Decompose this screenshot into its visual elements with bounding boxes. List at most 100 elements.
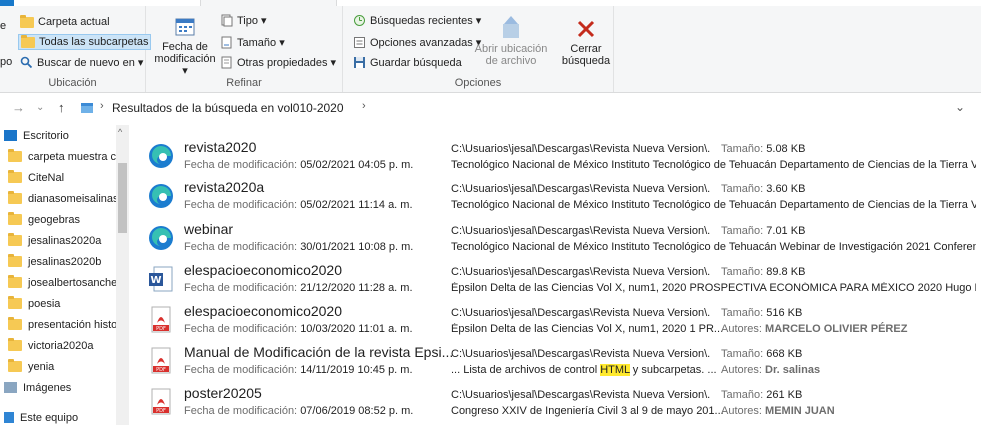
nav-item[interactable]: josealbertosanche bbox=[0, 272, 116, 293]
result-snippet: Tecnológico Nacional de México Instituto… bbox=[451, 199, 976, 211]
folder-icon bbox=[20, 14, 34, 28]
authors-value: MARCELO OLIVIER PÉREZ bbox=[765, 323, 908, 335]
nav-item[interactable]: Escritorio bbox=[0, 125, 116, 146]
folder-icon bbox=[8, 359, 22, 372]
result-name: revista2020 bbox=[184, 139, 257, 155]
result-row[interactable]: webinar Fecha de modificación: 30/01/2021… bbox=[148, 219, 981, 258]
recent-searches-label: Búsquedas recientes ▾ bbox=[370, 15, 482, 27]
size-label: Tamaño: bbox=[721, 225, 764, 237]
subfolders-icon bbox=[21, 34, 35, 48]
result-name: revista2020a bbox=[184, 179, 265, 195]
result-date: Fecha de modificación: 30/01/2021 10:08 … bbox=[184, 241, 413, 253]
nav-item[interactable]: Imágenes bbox=[0, 377, 116, 398]
nav-item[interactable]: geogebras bbox=[0, 209, 116, 230]
nav-item[interactable]: victoria2020a bbox=[0, 335, 116, 356]
cut-text-2: po bbox=[0, 56, 13, 68]
result-details: Tecnológico Nacional de México Instituto… bbox=[451, 241, 976, 253]
result-path: C:\Usuarios\jesal\Descargas\Revista Nuev… bbox=[451, 225, 711, 237]
result-row[interactable]: Welespacioeconomico2020 Fecha de modifica… bbox=[148, 260, 981, 299]
nav-item[interactable]: dianasomeisalinas bbox=[0, 188, 116, 209]
close-search-label: Cerrar búsqueda bbox=[561, 43, 611, 67]
size-button[interactable]: Tamaño ▾ bbox=[220, 36, 285, 49]
result-details: Tecnológico Nacional de México Instituto… bbox=[451, 159, 976, 171]
nav-item-label: presentación histo bbox=[28, 318, 116, 331]
nav-item[interactable]: jesalinas2020a bbox=[0, 230, 116, 251]
open-location-button[interactable]: Abrir ubicación de archivo bbox=[471, 14, 551, 67]
location-group: e po Carpeta actual Todas las subcarpeta… bbox=[0, 6, 152, 92]
nav-item-label: carpeta muestra c bbox=[28, 150, 116, 163]
modified-date-button[interactable]: Fecha de modificación ▾ bbox=[152, 16, 218, 77]
result-row[interactable]: PDF elespacioeconomico2020 Fecha de modifi… bbox=[148, 301, 981, 340]
nav-item-label: Escritorio bbox=[23, 129, 69, 142]
save-search-button[interactable]: Guardar búsqueda bbox=[353, 56, 462, 69]
folder-icon bbox=[8, 254, 22, 267]
result-date: Fecha de modificación: 14/11/2019 10:45 … bbox=[184, 364, 413, 376]
close-icon bbox=[577, 20, 595, 38]
result-date: Fecha de modificación: 07/06/2019 08:52 … bbox=[184, 405, 413, 417]
breadcrumb-separator: › bbox=[100, 100, 104, 112]
result-snippet: Épsilon Delta de las Ciencias Vol X, num… bbox=[451, 282, 976, 294]
location-group-label: Ubicación bbox=[48, 77, 97, 89]
nav-item[interactable]: presentación histo bbox=[0, 314, 116, 335]
refine-group-label: Refinar bbox=[226, 77, 262, 89]
result-path: C:\Usuarios\jesal\Descargas\Revista Nuev… bbox=[451, 389, 711, 401]
result-snippet-pre: ... Lista de archivos de control bbox=[451, 364, 601, 376]
scrollbar-thumb[interactable] bbox=[118, 163, 127, 233]
result-row[interactable]: revista2020a Fecha de modificación: 05/02… bbox=[148, 177, 981, 216]
authors-label: Autores: bbox=[721, 364, 762, 376]
result-row[interactable]: revista2020 Fecha de modificación: 05/02/… bbox=[148, 137, 981, 176]
date-value: 10/03/2020 11:01 a. m. bbox=[300, 323, 413, 335]
all-subfolders-button[interactable]: Todas las subcarpetas bbox=[18, 34, 152, 50]
breadcrumb-search-results[interactable]: Resultados de la búsqueda en vol010-2020 bbox=[112, 101, 344, 115]
computer-icon bbox=[4, 412, 14, 423]
scroll-up-arrow-icon[interactable]: ^ bbox=[118, 127, 122, 137]
type-button[interactable]: Tipo ▾ bbox=[220, 14, 267, 27]
folder-icon bbox=[8, 233, 22, 246]
result-row[interactable]: PDF Manual de Modificación de la revista … bbox=[148, 342, 981, 381]
size-label: Tamaño: bbox=[721, 183, 764, 195]
nav-item[interactable]: carpeta muestra c bbox=[0, 146, 116, 167]
breadcrumb-separator-2[interactable]: › bbox=[362, 100, 366, 112]
date-value: 21/12/2020 11:28 a. m. bbox=[300, 282, 413, 294]
nav-item-label: geogebras bbox=[28, 213, 80, 226]
size-label: Tamaño: bbox=[721, 389, 764, 401]
nav-item[interactable]: CiteNal bbox=[0, 167, 116, 188]
size-label: Tamaño: bbox=[721, 348, 764, 360]
desktop-icon bbox=[4, 130, 17, 141]
nav-item[interactable]: jesalinas2020b bbox=[0, 251, 116, 272]
edge-icon bbox=[149, 144, 173, 168]
modified-date-label: Fecha de modificación ▾ bbox=[154, 41, 216, 77]
advanced-options-button[interactable]: Opciones avanzadas ▾ bbox=[353, 36, 481, 49]
result-size: Tamaño: 516 KB bbox=[721, 307, 802, 319]
recent-locations-chevron-icon[interactable]: ⌄ bbox=[36, 102, 44, 113]
result-authors: Autores: MEMIN JUAN bbox=[721, 405, 835, 417]
forward-arrow-icon[interactable]: → bbox=[12, 100, 25, 115]
close-search-button[interactable]: Cerrar búsqueda bbox=[556, 18, 616, 67]
authors-value: Dr. salinas bbox=[765, 364, 821, 376]
recent-searches-button[interactable]: Búsquedas recientes ▾ bbox=[353, 14, 481, 27]
result-authors: Autores: Dr. salinas bbox=[721, 364, 820, 376]
nav-item-label: jesalinas2020b bbox=[28, 255, 102, 268]
nav-item[interactable]: yenia bbox=[0, 356, 116, 377]
other-properties-button[interactable]: Otras propiedades ▾ bbox=[220, 56, 336, 69]
current-folder-button[interactable]: Carpeta actual bbox=[20, 14, 110, 28]
file-size-icon bbox=[221, 36, 232, 49]
nav-item[interactable]: poesia bbox=[0, 293, 116, 314]
size-value: 3.60 KB bbox=[766, 183, 806, 195]
up-arrow-icon[interactable]: ↑ bbox=[58, 100, 65, 115]
address-dropdown-chevron-icon[interactable]: ⌄ bbox=[955, 100, 965, 114]
result-details: Tecnológico Nacional de México Instituto… bbox=[451, 199, 976, 211]
pdf-icon: PDF bbox=[151, 306, 171, 333]
result-snippet: Tecnológico Nacional de México Instituto… bbox=[451, 241, 976, 253]
navigation-scrollbar[interactable]: ^ bbox=[116, 125, 129, 425]
other-properties-label: Otras propiedades ▾ bbox=[237, 57, 337, 69]
folder-icon bbox=[8, 296, 22, 309]
search-again-button[interactable]: Buscar de nuevo en ▾ bbox=[20, 56, 143, 69]
result-row[interactable]: PDF poster20205 Fecha de modificación: 07/… bbox=[148, 383, 981, 422]
result-date: Fecha de modificación: 21/12/2020 11:28 … bbox=[184, 282, 413, 294]
size-value: 668 KB bbox=[766, 348, 803, 360]
svg-text:PDF: PDF bbox=[156, 326, 166, 332]
svg-text:W: W bbox=[150, 275, 161, 286]
all-subfolders-label: Todas las subcarpetas bbox=[39, 36, 149, 48]
size-label: Tamaño: bbox=[721, 266, 764, 278]
